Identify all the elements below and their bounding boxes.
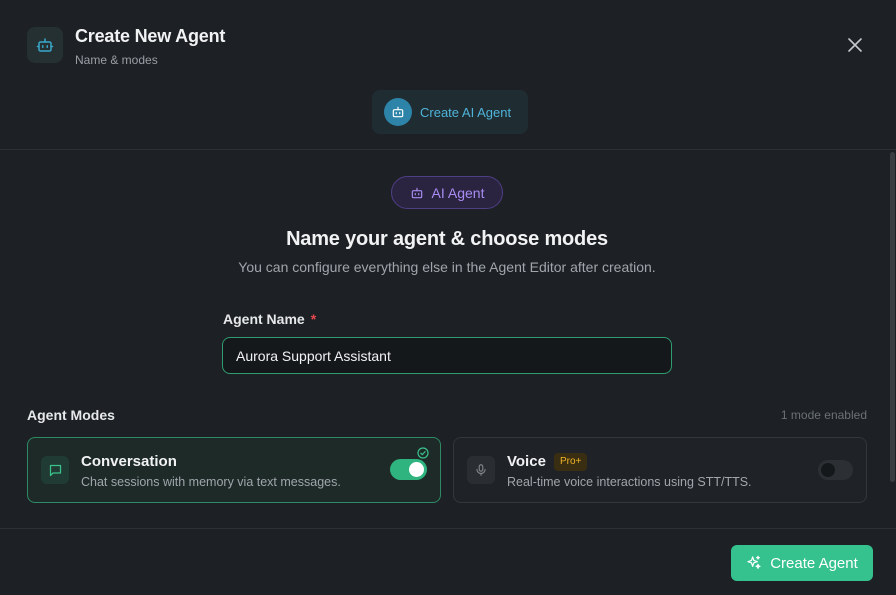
toggle-knob (821, 463, 835, 477)
section-heading: Name your agent & choose modes (286, 228, 608, 250)
modal-header: Create New Agent Name & modes Create AI … (0, 0, 896, 150)
mode-title: Conversation (81, 453, 177, 470)
conversation-toggle[interactable] (390, 459, 427, 480)
sparkles-icon (747, 555, 761, 569)
close-icon (848, 38, 862, 52)
chat-bubble-icon (41, 456, 69, 484)
required-mark: * (310, 311, 317, 327)
section-description: You can configure everything else in the… (238, 259, 656, 275)
modal-title: Create New Agent (75, 26, 226, 46)
microphone-icon (467, 456, 495, 484)
mode-card-conversation[interactable]: Conversation Chat sessions with memory v… (27, 437, 441, 503)
check-circle-icon (417, 447, 429, 459)
ai-agent-badge: AI Agent (391, 176, 503, 209)
voice-toggle[interactable] (818, 460, 853, 480)
create-agent-modal: Create New Agent Name & modes Create AI … (0, 0, 896, 595)
agent-name-input[interactable] (222, 337, 672, 374)
scrollbar[interactable] (890, 152, 895, 482)
mode-description: Real-time voice interactions using STT/T… (507, 475, 752, 489)
toggle-knob (409, 462, 424, 477)
agent-name-label-text: Agent Name (223, 311, 305, 327)
pro-plus-badge: Pro+ (554, 453, 588, 471)
step-create-ai-agent: Create AI Agent (372, 90, 528, 134)
mode-description: Chat sessions with memory via text messa… (81, 475, 341, 489)
bot-icon (27, 27, 63, 63)
step-label: Create AI Agent (420, 104, 512, 120)
create-agent-label: Create Agent (770, 554, 858, 572)
badge-label: AI Agent (431, 184, 485, 201)
agent-modes-title: Agent Modes (27, 407, 115, 423)
agent-name-label: Agent Name * (223, 311, 316, 327)
mode-card-voice[interactable]: Voice Pro+ Real-time voice interactions … (453, 437, 867, 503)
modes-enabled-count: 1 mode enabled (780, 408, 867, 422)
close-button[interactable] (843, 33, 867, 57)
bot-icon (384, 98, 412, 126)
modal-subtitle: Name & modes (75, 53, 158, 67)
mode-title: Voice (507, 453, 546, 470)
bot-icon (411, 187, 422, 198)
create-agent-button[interactable]: Create Agent (731, 545, 873, 581)
